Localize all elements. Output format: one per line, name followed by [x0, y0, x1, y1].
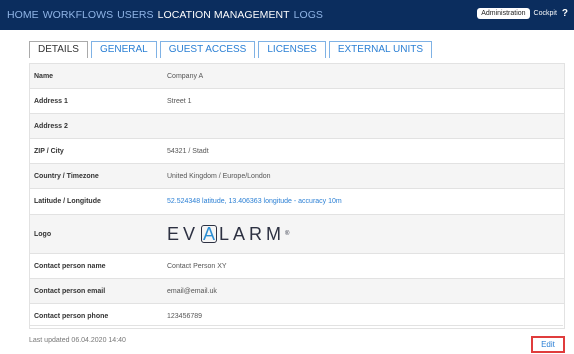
coordinates-link[interactable]: 52.524348 latitude, 13.406363 longitude …	[167, 198, 564, 205]
detail-row-lat-long: Latitude / Longitude 52.524348 latitude,…	[30, 189, 564, 215]
detail-label: Logo	[34, 230, 52, 238]
help-icon[interactable]: ?	[562, 8, 568, 19]
edit-button[interactable]: Edit	[531, 336, 565, 353]
detail-value: Company A	[167, 72, 204, 80]
detail-value: email@email.uk	[167, 287, 217, 295]
main-nav: HOME WORKFLOWS USERS LOCATION MANAGEMENT…	[7, 0, 327, 30]
detail-label: ZIP / City	[34, 147, 64, 155]
detail-row-logo: Logo EV A LARM ®	[30, 215, 564, 254]
detail-row-address1: Address 1 Street 1	[30, 89, 564, 114]
tab-external-units[interactable]: EXTERNAL UNITS	[328, 41, 433, 58]
detail-label: Country / Timezone	[34, 172, 99, 180]
detail-row-country-timezone: Country / Timezone United Kingdom / Euro…	[30, 164, 564, 189]
cockpit-link[interactable]: Cockpit	[534, 10, 557, 17]
tab-details[interactable]: DETAILS	[29, 41, 88, 58]
detail-row-zip-city: ZIP / City 54321 / Stadt	[30, 139, 564, 164]
detail-row-address2: Address 2	[30, 114, 564, 139]
detail-label: Name	[34, 72, 54, 80]
detail-value: 54321 / Stadt	[167, 147, 209, 155]
detail-tabs: DETAILS GENERAL GUEST ACCESS LICENSES EX…	[29, 41, 435, 58]
detail-row-name: Name Company A	[30, 64, 564, 89]
detail-value: United Kingdom / Europe/London	[167, 172, 271, 180]
tab-licenses[interactable]: LICENSES	[258, 41, 326, 58]
administration-button[interactable]: Administration	[477, 8, 530, 19]
detail-label: Address 2	[34, 122, 68, 130]
footer-divider	[29, 325, 563, 326]
detail-value: Contact Person XY	[167, 262, 227, 270]
detail-label: Contact person phone	[34, 312, 109, 320]
detail-row-contact-name: Contact person name Contact Person XY	[30, 254, 564, 279]
detail-label: Latitude / Longitude	[34, 198, 101, 205]
nav-workflows[interactable]: WORKFLOWS	[43, 9, 113, 21]
last-updated-text: Last updated 06.04.2020 14:40	[29, 337, 126, 344]
nav-logs[interactable]: LOGS	[294, 9, 323, 21]
nav-location-management[interactable]: LOCATION MANAGEMENT	[158, 9, 290, 21]
detail-label: Contact person email	[34, 287, 106, 295]
nav-home[interactable]: HOME	[7, 9, 39, 21]
location-details-table: Name Company A Address 1 Street 1 Addres…	[29, 63, 565, 329]
tab-general[interactable]: GENERAL	[90, 41, 157, 58]
tab-guest-access[interactable]: GUEST ACCESS	[159, 41, 256, 58]
detail-value: Street 1	[167, 97, 192, 105]
detail-row-contact-email: Contact person email email@email.uk	[30, 279, 564, 304]
detail-label: Contact person name	[34, 262, 106, 270]
nav-users[interactable]: USERS	[117, 9, 153, 21]
detail-value: 123456789	[167, 312, 203, 320]
topbar-right: Administration Cockpit ?	[477, 8, 568, 19]
detail-label: Address 1	[34, 97, 68, 105]
company-logo: EV A LARM ®	[167, 223, 290, 244]
logo-boxed-letter: A	[201, 224, 218, 244]
top-navigation-bar: HOME WORKFLOWS USERS LOCATION MANAGEMENT…	[0, 0, 574, 30]
